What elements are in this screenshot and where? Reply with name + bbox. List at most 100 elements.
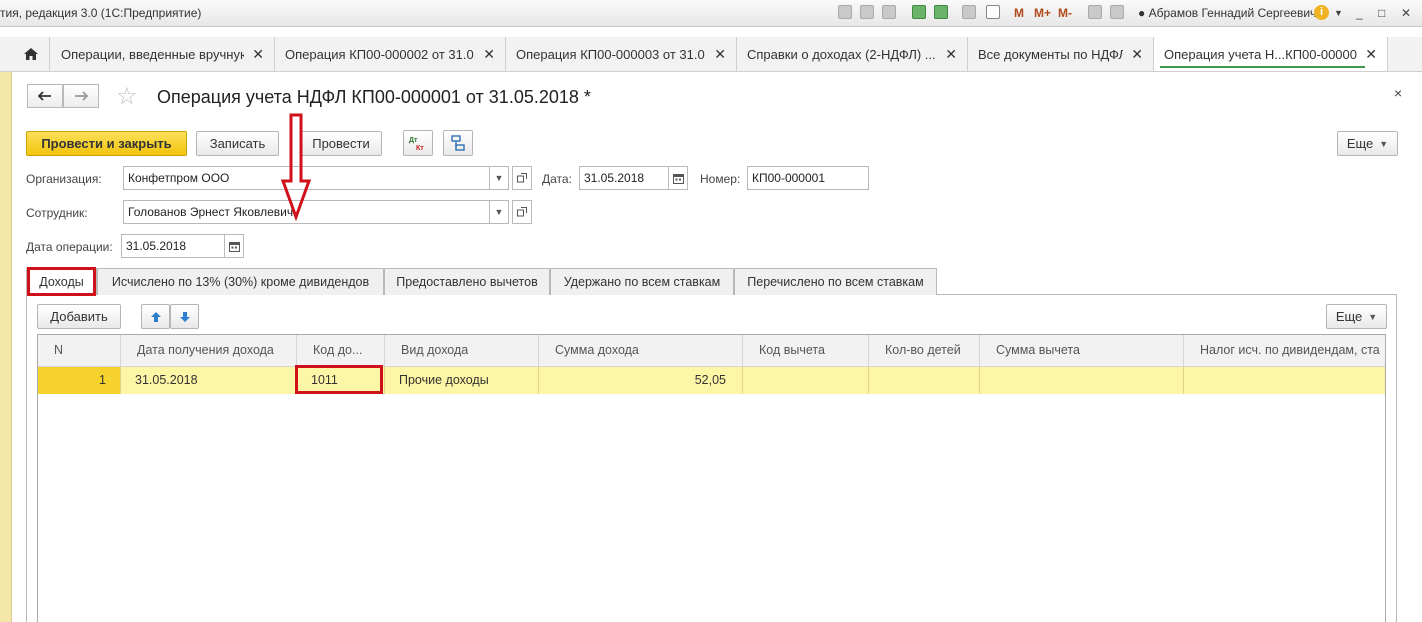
operation-date-calendar-button[interactable] xyxy=(224,234,244,258)
close-icon[interactable]: ✕ xyxy=(945,46,957,63)
close-icon[interactable]: ✕ xyxy=(714,46,726,63)
calendar-icon[interactable] xyxy=(986,5,1000,19)
zoom-icon[interactable] xyxy=(1088,5,1102,19)
tab-operation-kp00-000002[interactable]: Операция КП00-000002 от 31.0... ✕ xyxy=(275,37,506,71)
close-icon[interactable]: ✕ xyxy=(252,46,264,63)
structure-button[interactable] xyxy=(443,130,473,156)
memory-subtract-button[interactable]: M- xyxy=(1058,6,1072,20)
calculator-icon[interactable] xyxy=(962,5,976,19)
form-close-button[interactable]: × xyxy=(1394,85,1402,101)
print-icon[interactable] xyxy=(860,5,874,19)
section-panel-edge xyxy=(0,37,12,622)
memory-button[interactable]: M xyxy=(1014,6,1024,20)
calendar-icon xyxy=(672,173,684,184)
user-name[interactable]: ● Абрамов Геннадий Сергеевич xyxy=(1138,6,1316,20)
employee-open-button[interactable] xyxy=(512,200,532,224)
column-header-children-count[interactable]: Кол-во детей xyxy=(869,335,980,367)
cell-income-type[interactable]: Прочие доходы xyxy=(385,367,539,394)
close-icon[interactable]: ✕ xyxy=(1131,46,1143,63)
employee-label: Сотрудник: xyxy=(26,206,88,220)
cell-deduction-code[interactable] xyxy=(743,367,869,394)
column-header-income-date[interactable]: Дата получения дохода xyxy=(121,335,297,367)
structure-icon xyxy=(451,135,465,151)
minimize-button[interactable]: _ xyxy=(1356,6,1363,20)
annotation-box-incomes-tab xyxy=(27,267,96,296)
restore-button[interactable]: □ xyxy=(1378,6,1385,20)
forward-button[interactable] xyxy=(63,84,99,108)
home-button[interactable] xyxy=(12,37,50,71)
app-title: тия, редакция 3.0 (1С:Предприятие) xyxy=(0,6,202,20)
post-button[interactable]: Провести xyxy=(300,131,382,156)
user-icon: ● xyxy=(1138,6,1149,20)
employee-dropdown-button[interactable]: ▼ xyxy=(489,200,509,224)
column-header-deduction-code[interactable]: Код вычета xyxy=(743,335,869,367)
close-icon[interactable]: ✕ xyxy=(1365,46,1377,63)
organization-open-button[interactable] xyxy=(512,166,532,190)
number-label: Номер: xyxy=(700,172,741,186)
info-icon[interactable]: i xyxy=(1314,5,1329,20)
title-bar: тия, редакция 3.0 (1С:Предприятие) M M+ … xyxy=(0,0,1422,27)
operation-date-field[interactable]: 31.05.2018 xyxy=(121,234,225,258)
more-label: Еще xyxy=(1346,136,1374,151)
svg-text:Кт: Кт xyxy=(416,145,424,152)
column-header-income-amount[interactable]: Сумма дохода xyxy=(539,335,743,367)
menu-caret-icon[interactable]: ▼ xyxy=(1334,8,1343,18)
tab-label: Операция КП00-000002 от 31.0... xyxy=(285,46,476,62)
back-button[interactable] xyxy=(27,84,63,108)
post-and-close-button[interactable]: Провести и закрыть xyxy=(26,131,187,156)
tab-all-ndfl-documents[interactable]: Все документы по НДФЛ ✕ xyxy=(968,37,1154,71)
column-header-n[interactable]: N xyxy=(38,335,121,367)
save-icon[interactable] xyxy=(838,5,852,19)
organization-dropdown-button[interactable]: ▼ xyxy=(489,166,509,190)
tab-manual-operations[interactable]: Операции, введенные вручную ✕ xyxy=(51,37,275,71)
cell-deduction-amount[interactable] xyxy=(980,367,1184,394)
close-icon[interactable]: ✕ xyxy=(483,46,495,63)
upload-icon[interactable] xyxy=(912,5,926,19)
income-table[interactable]: N Дата получения дохода Код до... Вид до… xyxy=(37,334,1386,622)
caret-down-icon: ▼ xyxy=(1379,138,1389,149)
tab-label: Операция КП00-000003 от 31.0... xyxy=(516,46,707,62)
tab-calculated-13-30[interactable]: Исчислено по 13% (30%) кроме дивидендов xyxy=(97,268,384,295)
number-field[interactable]: КП00-000001 xyxy=(747,166,869,190)
cell-dividend-tax[interactable] xyxy=(1184,367,1385,394)
tab-label: Справки о доходах (2-НДФЛ) ... xyxy=(747,46,936,62)
page-title: Операция учета НДФЛ КП00-000001 от 31.05… xyxy=(157,87,591,107)
move-down-button[interactable] xyxy=(170,304,199,329)
grid-more-button[interactable]: Еще ▼ xyxy=(1326,304,1387,329)
panels-icon[interactable] xyxy=(1110,5,1124,19)
open-icon xyxy=(517,173,527,183)
tab-label: Все документы по НДФЛ xyxy=(978,46,1124,62)
move-up-button[interactable] xyxy=(141,304,170,329)
arrow-left-icon xyxy=(38,91,51,101)
favorite-star-icon[interactable]: ☆ xyxy=(116,84,138,110)
preview-icon[interactable] xyxy=(882,5,896,19)
organization-label: Организация: xyxy=(26,172,102,186)
close-window-button[interactable]: ✕ xyxy=(1401,6,1411,20)
tab-operation-kp00-000001[interactable]: Операция учета Н...КП00-000001 ✕ xyxy=(1154,37,1388,71)
cell-children-count[interactable] xyxy=(869,367,980,394)
dt-kt-icon: Дт Кт xyxy=(409,137,424,152)
cell-n[interactable]: 1 xyxy=(38,367,121,394)
arrow-right-icon xyxy=(75,91,88,101)
date-field[interactable]: 31.05.2018 xyxy=(579,166,669,190)
column-header-income-code[interactable]: Код до... xyxy=(297,335,385,367)
column-header-dividend-tax[interactable]: Налог исч. по дивидендам, ста xyxy=(1184,335,1385,367)
dt-kt-button[interactable]: Дт Кт xyxy=(403,130,433,156)
memory-add-button[interactable]: M+ xyxy=(1034,6,1051,20)
add-row-button[interactable]: Добавить xyxy=(37,304,121,329)
caret-down-icon: ▼ xyxy=(494,173,504,183)
caret-down-icon: ▼ xyxy=(1368,311,1378,322)
tab-income-certificates[interactable]: Справки о доходах (2-НДФЛ) ... ✕ xyxy=(737,37,968,71)
download-icon[interactable] xyxy=(934,5,948,19)
tab-operation-kp00-000003[interactable]: Операция КП00-000003 от 31.0... ✕ xyxy=(506,37,737,71)
tab-withheld-all-rates[interactable]: Удержано по всем ставкам xyxy=(550,268,734,295)
column-header-deduction-amount[interactable]: Сумма вычета xyxy=(980,335,1184,367)
more-button[interactable]: Еще ▼ xyxy=(1337,131,1398,156)
cell-income-date[interactable]: 31.05.2018 xyxy=(121,367,297,394)
column-header-income-type[interactable]: Вид дохода xyxy=(385,335,539,367)
cell-income-amount[interactable]: 52,05 xyxy=(539,367,743,394)
save-button[interactable]: Записать xyxy=(196,131,279,156)
date-calendar-button[interactable] xyxy=(668,166,688,190)
tab-deductions-provided[interactable]: Предоставлено вычетов xyxy=(384,268,550,295)
tab-transferred-all-rates[interactable]: Перечислено по всем ставкам xyxy=(734,268,937,295)
